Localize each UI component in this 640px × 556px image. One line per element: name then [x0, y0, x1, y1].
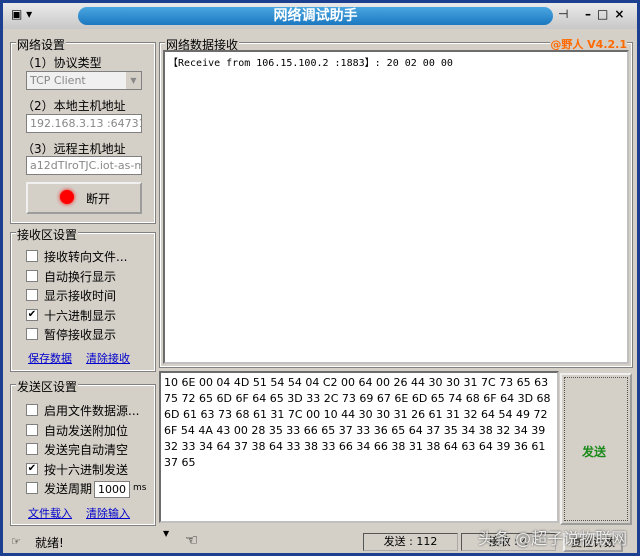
period-unit: ms: [133, 483, 147, 493]
group-label: 接收区设置: [16, 226, 79, 243]
send-button-label: 发送: [582, 445, 607, 459]
local-address-field[interactable]: 192.168.3.13 :64731: [26, 114, 142, 133]
sent-count: 发送 : 112: [363, 533, 458, 551]
checkbox-label: 自动发送附加位: [44, 423, 129, 438]
checkbox-label: 暂停接收显示: [44, 328, 117, 342]
clear-receive-link[interactable]: 清除接收: [86, 350, 130, 366]
remote-address-field[interactable]: a12dTIroTJC.iot-as-mqtt: [26, 156, 142, 175]
checkbox[interactable]: [26, 482, 38, 494]
save-data-link[interactable]: 保存数据: [28, 350, 72, 366]
network-settings-group: 网络设置 （1）协议类型 TCP Client ▼ （2）本地主机地址 192.1…: [10, 36, 156, 224]
pin-icon[interactable]: ⊣: [558, 7, 568, 21]
checkbox[interactable]: [26, 443, 38, 455]
minimize-icon[interactable]: –: [585, 7, 597, 21]
receive-settings-group: 接收区设置 接收转向文件... 自动换行显示 显示接收时间 ✔ 十六进制显示 暂停接收显示…: [10, 226, 156, 372]
maximize-icon[interactable]: □: [597, 7, 614, 21]
group-label: 网络设置: [16, 36, 67, 53]
checkbox-label: 自动换行显示: [44, 269, 117, 284]
receive-textarea[interactable]: 【Receive from 106.15.100.2 :1883】: 20 02…: [163, 50, 629, 364]
checkbox[interactable]: ✔: [26, 462, 38, 475]
app-menu-icon[interactable]: ▣ ▾: [11, 7, 32, 21]
checkbox-label: 发送完自动清空: [44, 443, 129, 457]
checkbox-label: 显示接收时间: [44, 289, 117, 303]
status-led-icon: [60, 190, 74, 204]
protocol-value: TCP Client: [30, 74, 86, 87]
checkbox-label: 启用文件数据源...: [44, 404, 140, 418]
checkbox[interactable]: [26, 328, 38, 340]
checkbox-label: 接收转向文件...: [44, 250, 128, 264]
checkbox-label: 按十六进制发送: [44, 462, 129, 477]
checkbox[interactable]: [26, 423, 38, 436]
window-title: 网络调试助手: [78, 7, 553, 25]
send-period-field[interactable]: 1000: [94, 481, 130, 498]
checkbox-label: 发送周期: [44, 482, 93, 496]
title-bar: ▣ ▾ 网络调试助手 ⊣ –□×: [3, 3, 637, 29]
main-window: ▣ ▾ 网络调试助手 ⊣ –□× 网络设置 （1）协议类型 TCP Client…: [0, 0, 640, 556]
checkbox[interactable]: [26, 269, 38, 282]
hand-icon: ☜: [185, 531, 199, 549]
protocol-label: （1）协议类型: [22, 56, 102, 70]
group-label: 发送区设置: [16, 378, 79, 395]
chevron-down-icon[interactable]: ▼: [126, 72, 141, 89]
checkbox[interactable]: [26, 250, 38, 262]
status-text: 就绪!: [35, 536, 64, 550]
load-file-link[interactable]: 文件载入: [28, 505, 72, 521]
close-icon[interactable]: ×: [614, 7, 630, 21]
checkbox[interactable]: [26, 289, 38, 301]
checkbox[interactable]: ✔: [26, 308, 38, 321]
checkbox[interactable]: [26, 404, 38, 416]
receive-text: 【Receive from 106.15.100.2 :1883】: 20 02…: [168, 58, 453, 69]
send-textarea[interactable]: 10 6E 00 04 4D 51 54 54 04 C2 00 64 00 2…: [159, 371, 559, 523]
disconnect-button[interactable]: 断开: [26, 182, 142, 214]
send-button[interactable]: 发送: [560, 373, 632, 525]
clear-input-link[interactable]: 清除输入: [86, 505, 130, 521]
disconnect-label: 断开: [86, 192, 111, 206]
checkbox-label: 十六进制显示: [44, 308, 117, 323]
watermark: 头条 @超子说物联网: [478, 529, 628, 548]
pointer-hand-icon: ☞: [11, 535, 21, 548]
dropdown-arrow-icon[interactable]: ▼: [163, 529, 169, 538]
local-address-label: （2）本地主机地址: [22, 99, 126, 113]
send-settings-group: 发送区设置 启用文件数据源... 自动发送附加位 发送完自动清空 ✔ 按十六进制发送 发送…: [10, 378, 156, 526]
protocol-select[interactable]: TCP Client ▼: [26, 71, 142, 90]
receive-group: 网络数据接收 @野人 V4.2.1 【Receive from 106.15.1…: [159, 36, 633, 368]
window-controls[interactable]: –□×: [585, 7, 630, 21]
remote-address-label: （3）远程主机地址: [22, 142, 126, 156]
